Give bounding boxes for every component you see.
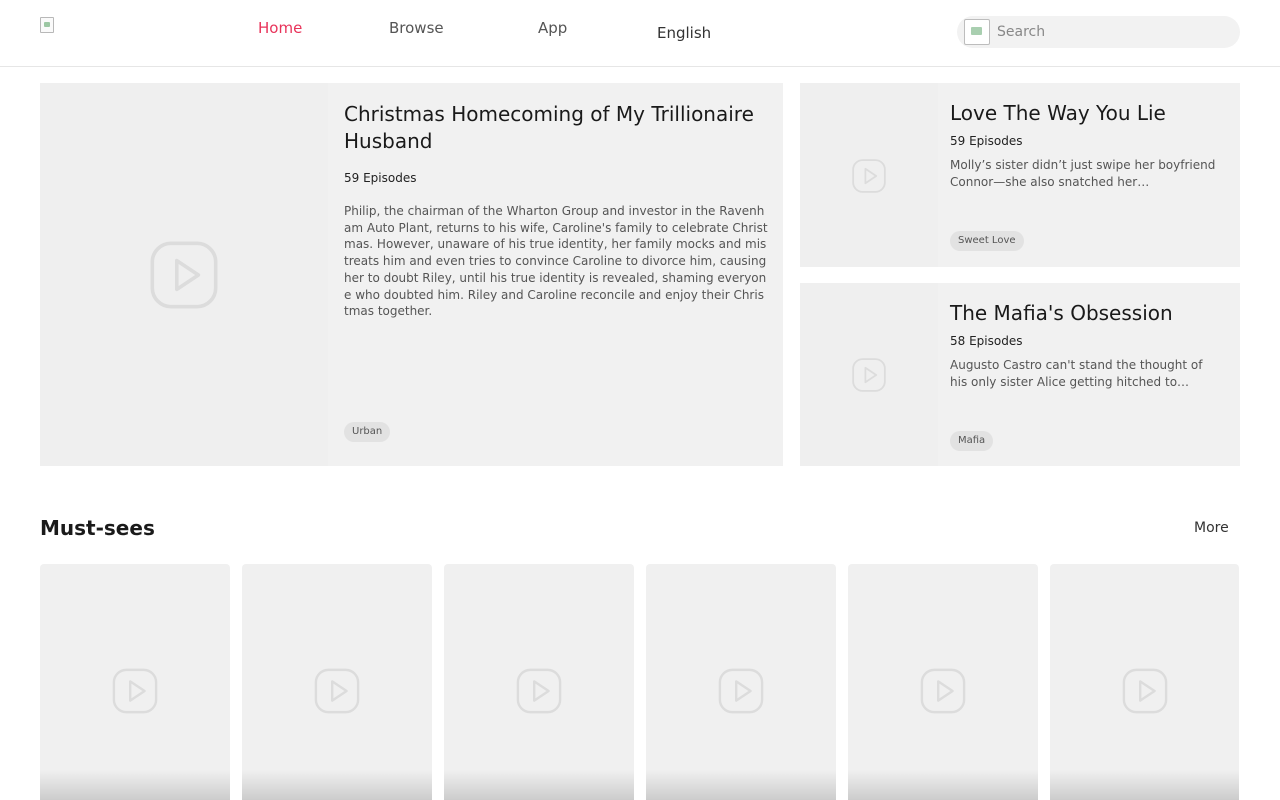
- featured-side-description: Augusto Castro can't stand the thought o…: [950, 358, 1203, 389]
- play-icon: [851, 357, 887, 393]
- search-input[interactable]: [997, 16, 1233, 48]
- nav-home[interactable]: Home: [258, 18, 302, 38]
- featured-side-title[interactable]: Love The Way You Lie: [950, 101, 1166, 126]
- featured-side-tag[interactable]: Mafia: [950, 431, 994, 451]
- search-icon[interactable]: [964, 19, 990, 45]
- section-title-must-sees: Must-sees: [40, 516, 155, 540]
- play-icon: [313, 667, 361, 715]
- drama-tile[interactable]: [40, 564, 230, 800]
- featured-side-episodes: 59 Episodes: [950, 134, 1023, 148]
- featured-side-description: Molly’s sister didn’t just swipe her boy…: [950, 158, 1216, 189]
- search-bar: [957, 16, 1240, 48]
- play-icon: [111, 667, 159, 715]
- more-link[interactable]: More: [1194, 520, 1229, 536]
- drama-tile[interactable]: [848, 564, 1038, 800]
- drama-tile[interactable]: [1050, 564, 1239, 800]
- tile-caption-shade: [848, 770, 1038, 800]
- featured-main-description: Philip, the chairman of the Wharton Grou…: [344, 204, 768, 319]
- tile-caption-shade: [40, 770, 230, 800]
- featured-main-tag[interactable]: Urban: [344, 422, 391, 442]
- play-icon: [717, 667, 765, 715]
- drama-tile[interactable]: [646, 564, 836, 800]
- drama-tile[interactable]: [444, 564, 634, 800]
- nav-app[interactable]: App: [538, 18, 567, 38]
- featured-main-episodes: 59 Episodes: [344, 171, 417, 185]
- language-selector[interactable]: English: [657, 23, 711, 43]
- nav-browse[interactable]: Browse: [389, 18, 444, 38]
- drama-tile[interactable]: [242, 564, 432, 800]
- play-icon: [1121, 667, 1169, 715]
- featured-main-card[interactable]: Christmas Homecoming of My Trillionaire …: [40, 83, 783, 466]
- featured-main-title[interactable]: Christmas Homecoming of My Trillionaire …: [344, 101, 774, 155]
- play-icon: [148, 239, 220, 311]
- featured-side-card[interactable]: The Mafia's Obsession 58 Episodes August…: [800, 283, 1240, 466]
- site-logo[interactable]: [40, 17, 58, 35]
- top-header: Home Browse App English: [0, 0, 1280, 67]
- featured-side-title[interactable]: The Mafia's Obsession: [950, 301, 1173, 326]
- featured-side-card[interactable]: Love The Way You Lie 59 Episodes Molly’s…: [800, 83, 1240, 267]
- featured-side-episodes: 58 Episodes: [950, 334, 1023, 348]
- tile-caption-shade: [1050, 770, 1239, 800]
- logo-image: [40, 17, 54, 33]
- tile-caption-shade: [242, 770, 432, 800]
- tile-caption-shade: [646, 770, 836, 800]
- play-icon: [919, 667, 967, 715]
- play-icon: [851, 158, 887, 194]
- tile-caption-shade: [444, 770, 634, 800]
- play-icon: [515, 667, 563, 715]
- featured-side-tag[interactable]: Sweet Love: [950, 231, 1024, 251]
